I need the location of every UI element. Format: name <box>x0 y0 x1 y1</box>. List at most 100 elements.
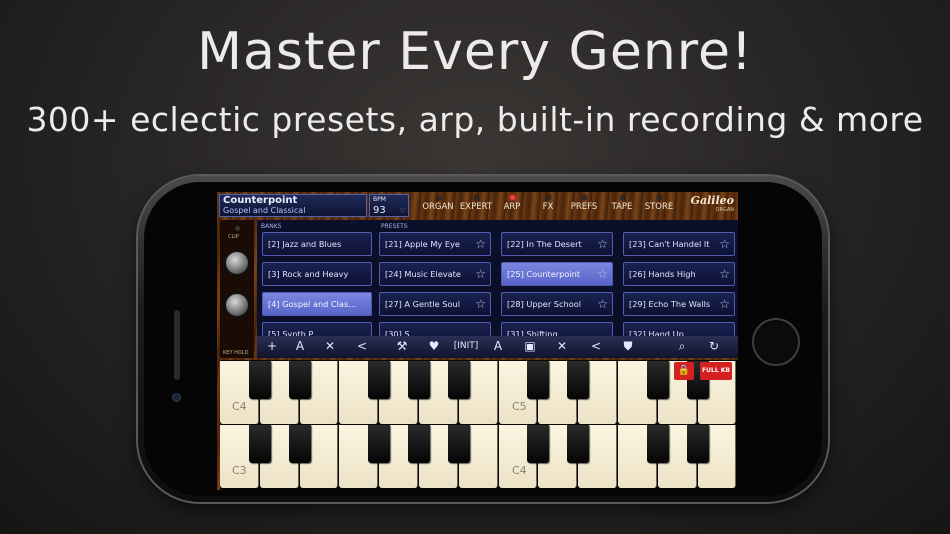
preset-item[interactable]: [24] Music Elevate ☆ <box>379 262 491 286</box>
black-key[interactable] <box>408 361 430 399</box>
black-key[interactable] <box>567 425 590 463</box>
nav-expert[interactable]: EXPERT <box>459 195 493 217</box>
black-key[interactable] <box>248 425 271 463</box>
browser-toolbar: + A ✕ < ⚒ ♥ [INIT] A ▣ ✕ < ⛊ ⌕ ↻ <box>257 336 738 358</box>
current-preset-display[interactable]: Counterpoint Gospel and Classical <box>219 194 367 217</box>
lock-icon[interactable]: 🔒 <box>674 362 694 380</box>
preset-item-selected[interactable]: [25] Counterpoint ☆ <box>501 262 613 286</box>
black-key[interactable] <box>646 425 669 463</box>
current-bank-name: Gospel and Classical <box>223 206 306 215</box>
phone-camera-icon <box>172 393 181 402</box>
nav-fx[interactable]: FX <box>537 195 559 217</box>
clip-label: CLIP <box>228 234 239 240</box>
delete-bank-icon[interactable]: ✕ <box>319 339 341 353</box>
bpm-label: BPM <box>373 196 386 203</box>
delete-preset-icon[interactable]: ✕ <box>551 339 573 353</box>
preset-item[interactable]: [21] Apple My Eye ☆ <box>379 232 491 256</box>
nav-label: FX <box>542 202 554 212</box>
lower-manual <box>220 425 738 489</box>
preset-browser: BANKS PRESETS [2] Jazz and Blues [3] Roc… <box>257 220 738 346</box>
upper-manual <box>220 361 738 425</box>
preset-item[interactable]: [27] A Gentle Soul ☆ <box>379 292 491 316</box>
octave-label: C4 <box>512 464 527 477</box>
star-icon[interactable]: ☆ <box>475 263 486 285</box>
star-icon[interactable]: ☆ <box>475 293 486 315</box>
wand-icon[interactable]: ⚒ <box>391 339 413 353</box>
nav-label: ARP <box>503 202 521 212</box>
black-key[interactable] <box>368 425 391 463</box>
nav-label: PREFS <box>570 202 598 212</box>
black-key[interactable] <box>527 361 550 399</box>
star-icon[interactable]: ☆ <box>719 293 730 315</box>
add-icon[interactable]: + <box>261 339 283 353</box>
black-key[interactable] <box>567 361 590 399</box>
copy-icon[interactable]: ▣ <box>519 339 541 353</box>
keyboard: C4 C5 C3 C4 🔒 FULL KB <box>220 360 738 490</box>
banks-header: BANKS <box>261 223 282 230</box>
volume-knob[interactable] <box>224 250 250 276</box>
preset-item[interactable]: [28] Upper School ☆ <box>501 292 613 316</box>
star-icon[interactable]: ☆ <box>719 233 730 255</box>
star-icon[interactable]: ☆ <box>597 233 608 255</box>
bank-item[interactable]: [3] Rock and Heavy <box>262 262 372 286</box>
preset-item[interactable]: [23] Can't Handel It ☆ <box>623 232 735 256</box>
preset-item[interactable]: [22] In The Desert ☆ <box>501 232 613 256</box>
led-icon <box>619 195 625 200</box>
bell-icon[interactable]: ⛊ <box>617 339 639 354</box>
expression-knob[interactable] <box>224 292 250 318</box>
left-control-panel: CLIP KEY HOLD <box>220 220 254 358</box>
init-button[interactable]: [INIT] <box>449 341 483 351</box>
nav-label: STORE <box>644 202 674 212</box>
black-key[interactable] <box>447 361 470 399</box>
nav-tape[interactable]: TAPE <box>609 195 635 217</box>
black-key[interactable] <box>288 425 311 463</box>
app-screen: Counterpoint Gospel and Classical BPM 93… <box>217 192 738 490</box>
rename-preset-icon[interactable]: A <box>487 339 509 353</box>
black-key[interactable] <box>447 425 470 463</box>
nav-prefs[interactable]: PREFS <box>569 195 599 217</box>
black-key[interactable] <box>646 361 669 399</box>
nav-arp[interactable]: ARP <box>499 195 525 217</box>
star-icon[interactable]: ☆ <box>597 293 608 315</box>
presets-header: PRESETS <box>381 223 408 230</box>
led-icon <box>545 195 551 200</box>
black-key[interactable] <box>686 425 709 463</box>
current-preset-name: Counterpoint <box>223 195 298 206</box>
rename-icon[interactable]: A <box>289 339 311 353</box>
nav-organ[interactable]: ORGAN <box>419 195 457 217</box>
clip-led-icon <box>235 226 240 231</box>
black-key[interactable] <box>408 425 430 463</box>
share-bank-icon[interactable]: < <box>351 339 373 353</box>
phone-speaker <box>174 310 180 380</box>
star-icon[interactable]: ☆ <box>475 233 486 255</box>
preset-item[interactable]: [29] Echo The Walls ☆ <box>623 292 735 316</box>
bank-item[interactable]: [2] Jazz and Blues <box>262 232 372 256</box>
logo-subtitle: ORGAN <box>715 207 734 213</box>
heart-edit-icon[interactable]: ♥ <box>423 339 445 353</box>
key-hold-label: KEY HOLD <box>223 350 249 356</box>
led-icon <box>656 195 662 200</box>
octave-label: C3 <box>232 464 247 477</box>
led-icon <box>473 195 479 200</box>
led-icon <box>435 195 441 200</box>
black-key[interactable] <box>288 361 311 399</box>
bpm-display[interactable]: BPM 93 ♡ <box>369 194 409 217</box>
bank-item-selected[interactable]: [4] Gospel and Clas... <box>262 292 372 316</box>
refresh-icon[interactable]: ↻ <box>703 339 725 353</box>
bpm-value: 93 <box>373 205 386 216</box>
nav-label: TAPE <box>611 202 633 212</box>
star-icon[interactable]: ☆ <box>597 263 608 285</box>
black-key[interactable] <box>368 361 391 399</box>
nav-store[interactable]: STORE <box>643 195 675 217</box>
full-kb-button[interactable]: FULL KB <box>700 362 732 380</box>
search-icon[interactable]: ⌕ <box>671 339 693 354</box>
heart-icon: ♡ <box>399 207 406 215</box>
star-icon[interactable]: ☆ <box>719 263 730 285</box>
share-preset-icon[interactable]: < <box>585 339 607 353</box>
promo-subline: 300+ eclectic presets, arp, built-in rec… <box>26 100 924 139</box>
phone-home-button[interactable] <box>752 318 800 366</box>
black-key[interactable] <box>248 361 271 399</box>
black-key[interactable] <box>527 425 550 463</box>
nav-label: ORGAN <box>422 202 454 212</box>
preset-item[interactable]: [26] Hands High ☆ <box>623 262 735 286</box>
